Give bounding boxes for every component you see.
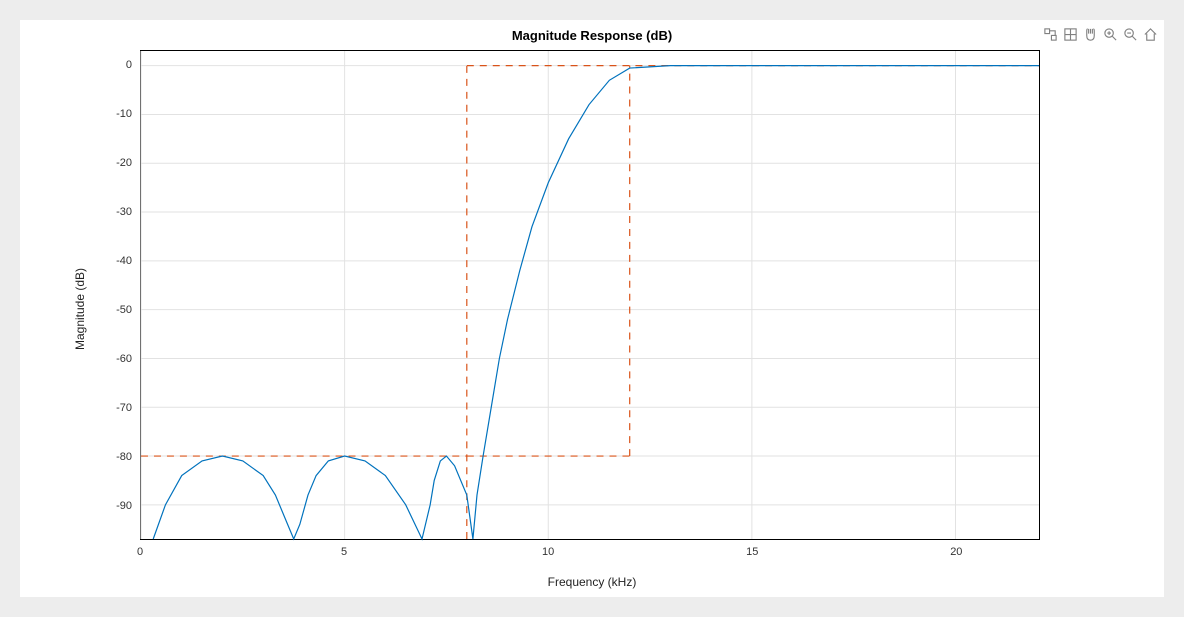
x-tick-label: 15: [732, 546, 772, 558]
x-tick-label: 0: [120, 546, 160, 558]
y-tick-label: -80: [92, 451, 132, 463]
pan-icon[interactable]: [1082, 26, 1098, 42]
y-axis-label: Magnitude (dB): [73, 267, 87, 349]
y-tick-label: -20: [92, 157, 132, 169]
data-cursor-icon[interactable]: [1062, 26, 1078, 42]
zoom-in-icon[interactable]: [1102, 26, 1118, 42]
x-tick-label: 5: [324, 546, 364, 558]
x-tick-label: 10: [528, 546, 568, 558]
axes: [140, 50, 1040, 540]
brush-icon[interactable]: [1042, 26, 1058, 42]
y-tick-label: -70: [92, 402, 132, 414]
axes-toolbar: [1042, 26, 1158, 42]
y-tick-label: -40: [92, 255, 132, 267]
home-icon[interactable]: [1142, 26, 1158, 42]
y-tick-label: -10: [92, 108, 132, 120]
y-tick-label: 0: [92, 59, 132, 71]
zoom-out-icon[interactable]: [1122, 26, 1138, 42]
chart-title: Magnitude Response (dB): [20, 28, 1164, 43]
x-tick-label: 20: [936, 546, 976, 558]
figure-panel: Magnitude Response (dB) Magnitude (dB): [20, 20, 1164, 597]
plot-svg: [141, 51, 1039, 539]
y-tick-label: -90: [92, 500, 132, 512]
y-tick-label: -60: [92, 353, 132, 365]
x-axis-label: Frequency (kHz): [20, 575, 1164, 589]
y-tick-label: -50: [92, 304, 132, 316]
y-tick-label: -30: [92, 206, 132, 218]
